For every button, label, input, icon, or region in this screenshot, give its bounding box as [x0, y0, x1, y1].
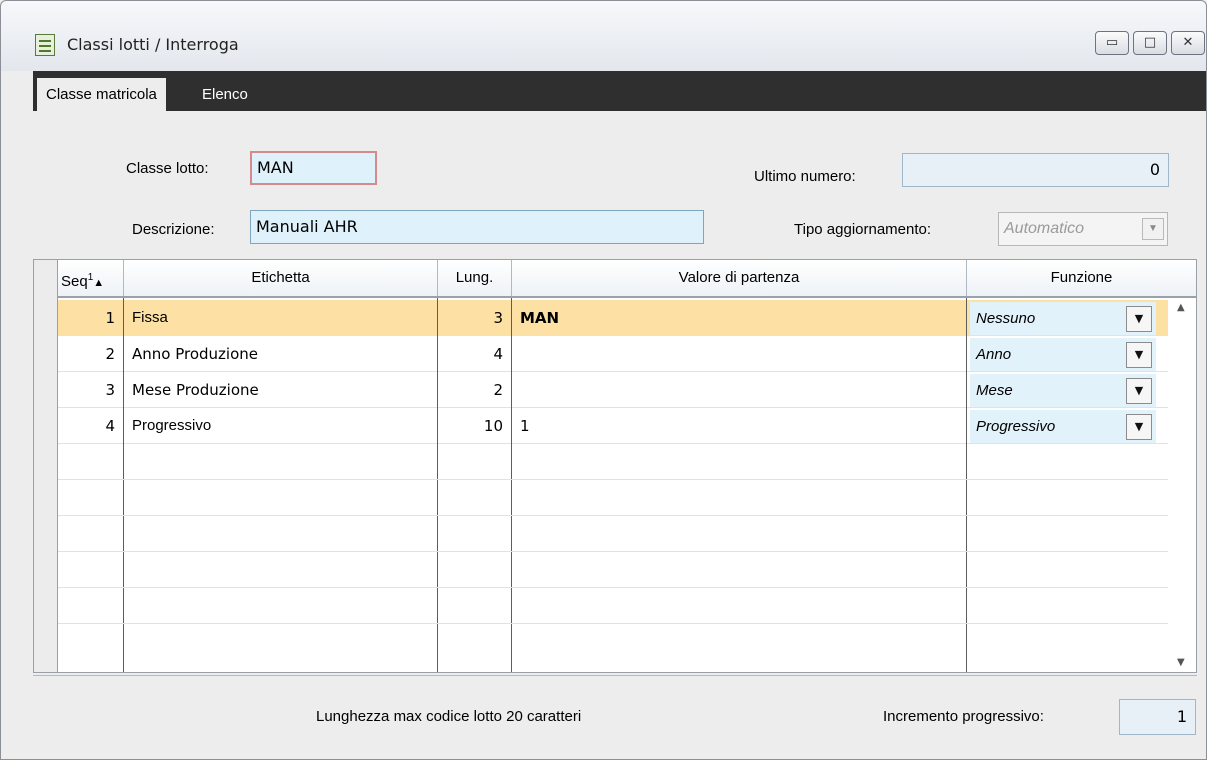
descrizione-input[interactable]: Manuali AHR [250, 210, 704, 244]
header-valore[interactable]: Valore di partenza [512, 260, 967, 296]
chevron-down-icon: ▼ [1142, 218, 1164, 240]
window-title: Classi lotti / Interroga [67, 35, 239, 54]
minimize-button[interactable]: ▭ [1095, 31, 1129, 55]
cell-etichetta[interactable]: Fissa [124, 300, 438, 336]
table-row[interactable]: 1 Fissa 3 MAN Nessuno ▼ [58, 300, 1168, 336]
close-button[interactable]: ✕ [1171, 31, 1205, 55]
tab-bar: Classe matricola Elenco [33, 71, 1206, 111]
cell-lung[interactable]: 2 [438, 372, 512, 408]
cell-seq[interactable]: 2 [58, 336, 124, 372]
chevron-down-icon[interactable]: ▼ [1126, 414, 1152, 440]
ultimo-numero-label: Ultimo numero: [754, 168, 856, 185]
cell-seq[interactable]: 4 [58, 408, 124, 444]
chevron-down-icon[interactable]: ▼ [1126, 378, 1152, 404]
cell-valore[interactable]: MAN [512, 300, 967, 336]
restore-button[interactable]: □ [1133, 31, 1167, 55]
cell-etichetta[interactable]: Progressivo [124, 408, 438, 444]
title-bar[interactable]: Classi lotti / Interroga ▭ □ ✕ [1, 1, 1206, 71]
header-seq-label: Seq [61, 273, 88, 290]
scroll-down-icon[interactable]: ▼ [1177, 657, 1185, 668]
header-etichetta[interactable]: Etichetta [124, 260, 438, 296]
sequence-grid: Seq1▲ Etichetta Lung. Valore di partenza… [33, 259, 1197, 673]
cell-etichetta[interactable]: Anno Produzione [124, 336, 438, 372]
empty-row[interactable] [58, 588, 1168, 624]
sort-ascending-icon: ▲ [93, 277, 105, 289]
cell-seq[interactable]: 3 [58, 372, 124, 408]
descrizione-label: Descrizione: [132, 221, 215, 238]
grid-header: Seq1▲ Etichetta Lung. Valore di partenza… [58, 260, 1196, 298]
scroll-up-icon[interactable]: ▲ [1177, 302, 1185, 313]
cell-etichetta[interactable]: Mese Produzione [124, 372, 438, 408]
chevron-down-icon[interactable]: ▼ [1126, 342, 1152, 368]
cell-lung[interactable]: 10 [438, 408, 512, 444]
classe-lotto-input[interactable]: MAN [250, 151, 377, 185]
empty-row[interactable] [58, 444, 1168, 480]
table-row[interactable]: 2 Anno Produzione 4 Anno ▼ [58, 336, 1168, 372]
header-lung[interactable]: Lung. [438, 260, 512, 296]
tab-elenco[interactable]: Elenco [193, 78, 257, 111]
incremento-field: 1 [1119, 699, 1196, 735]
row-selector-column [34, 260, 58, 672]
cell-valore[interactable]: 1 [512, 408, 967, 444]
max-length-info: Lunghezza max codice lotto 20 caratteri [316, 708, 582, 725]
ultimo-numero-field: 0 [902, 153, 1169, 187]
classi-lotti-window: Classi lotti / Interroga ▭ □ ✕ Classe ma… [0, 0, 1207, 760]
empty-row[interactable] [58, 624, 1168, 660]
cell-valore[interactable] [512, 336, 967, 372]
table-row[interactable]: 4 Progressivo 10 1 Progressivo ▼ [58, 408, 1168, 444]
empty-row[interactable] [58, 552, 1168, 588]
grid-scrollbar[interactable]: ▲ ▼ [1168, 298, 1196, 672]
table-row[interactable]: 3 Mese Produzione 2 Mese ▼ [58, 372, 1168, 408]
app-form-icon [35, 34, 55, 56]
classe-lotto-label: Classe lotto: [126, 160, 209, 177]
incremento-label: Incremento progressivo: [883, 708, 1044, 725]
tipo-aggiornamento-select: Automatico ▼ [998, 212, 1168, 246]
empty-row[interactable] [58, 516, 1168, 552]
cell-lung[interactable]: 4 [438, 336, 512, 372]
empty-row[interactable] [58, 480, 1168, 516]
cell-valore[interactable] [512, 372, 967, 408]
tipo-aggiornamento-label: Tipo aggiornamento: [794, 221, 932, 238]
chevron-down-icon[interactable]: ▼ [1126, 306, 1152, 332]
tab-classe-matricola[interactable]: Classe matricola [37, 78, 166, 111]
divider [33, 675, 1197, 676]
tipo-aggiornamento-value: Automatico [1004, 220, 1085, 237]
header-funzione[interactable]: Funzione [967, 260, 1196, 296]
cell-seq[interactable]: 1 [58, 300, 124, 336]
header-seq[interactable]: Seq1▲ [58, 260, 124, 296]
cell-lung[interactable]: 3 [438, 300, 512, 336]
